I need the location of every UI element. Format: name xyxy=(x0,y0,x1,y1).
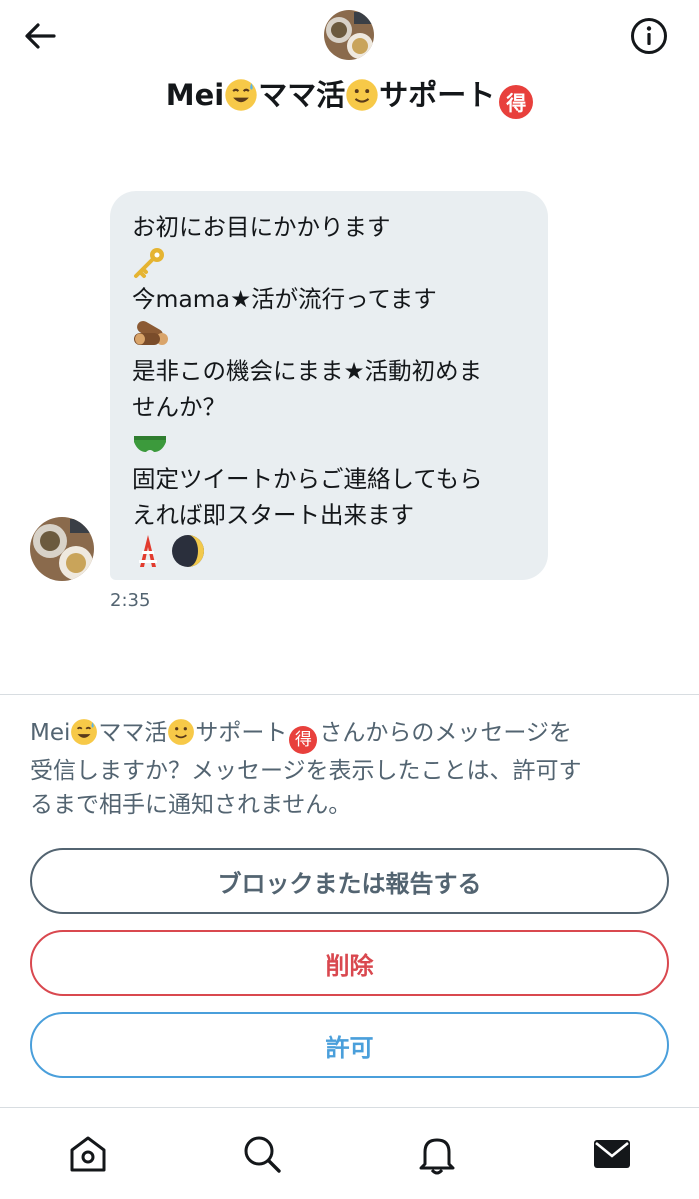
conversation-title: Mei ママ活 サポート得 xyxy=(0,72,699,119)
divider xyxy=(0,694,699,695)
allow-button[interactable]: 許可 xyxy=(30,1012,669,1078)
title-suffix: サポート xyxy=(379,78,496,112)
title-name: Mei xyxy=(165,78,225,112)
title-mid: ママ活 xyxy=(258,78,346,112)
delete-button[interactable]: 削除 xyxy=(30,930,669,996)
info-button[interactable] xyxy=(627,14,671,58)
moon-emoji-icon xyxy=(172,535,204,567)
nav-messages[interactable] xyxy=(588,1130,636,1178)
mail-icon xyxy=(594,1140,630,1168)
header-avatar[interactable] xyxy=(324,10,374,60)
back-arrow-icon xyxy=(25,23,56,49)
message-bubble[interactable]: お初にお目にかかります 今mama★活が流行ってます 是非この機会にまま★活動初… xyxy=(110,191,548,580)
bargain-badge-icon: 得 xyxy=(499,84,534,119)
message-emoji-row xyxy=(132,245,528,281)
key-emoji-icon xyxy=(134,248,164,278)
message-emoji-row xyxy=(132,533,528,569)
sender-avatar[interactable] xyxy=(30,517,94,581)
wood-log-emoji-icon xyxy=(134,321,168,345)
slight-smile-emoji-icon xyxy=(346,79,378,111)
message-line: せんか？ xyxy=(132,393,226,421)
request-line-1: Mei ママ活 サポート得さんからのメッセージを xyxy=(30,716,670,754)
message-line: 固定ツイートからご連絡してもら xyxy=(132,465,483,493)
bargain-badge-icon: 得 xyxy=(289,726,318,754)
bottom-navigation xyxy=(0,1107,699,1199)
message-request-text: Mei ママ活 サポート得さんからのメッセージを 受信しますか？メッセージを表示した… xyxy=(30,716,670,822)
tokyo-tower-emoji-icon xyxy=(139,535,157,567)
sweat-smile-emoji-icon xyxy=(225,79,257,111)
info-icon xyxy=(631,18,667,54)
home-icon xyxy=(70,1136,106,1172)
nav-notifications[interactable] xyxy=(413,1130,461,1178)
search-icon xyxy=(244,1136,281,1173)
conversation-header: Mei ママ活 サポート得 xyxy=(0,0,699,140)
green-briefs-emoji-icon xyxy=(134,436,166,452)
request-line-3: るまで相手に通知されません。 xyxy=(30,792,352,818)
message-line: お初にお目にかかります xyxy=(132,213,391,241)
sweat-smile-emoji-icon xyxy=(71,719,98,745)
message-line: 是非この機会にまま★活動初めま xyxy=(132,357,483,385)
message-emoji-row xyxy=(132,425,528,461)
nav-search[interactable] xyxy=(238,1130,286,1178)
message-timestamp: 2:35 xyxy=(110,590,151,611)
message-thread: お初にお目にかかります 今mama★活が流行ってます 是非この機会にまま★活動初… xyxy=(0,140,699,694)
slight-smile-emoji-icon xyxy=(168,719,195,745)
message-line: えれば即スタート出来ます xyxy=(132,501,414,529)
bell-icon xyxy=(419,1138,455,1175)
nav-home[interactable] xyxy=(64,1130,112,1178)
request-line-2: 受信しますか？メッセージを表示したことは、許可す xyxy=(30,758,582,784)
back-button[interactable] xyxy=(18,14,62,58)
message-emoji-row xyxy=(132,317,528,353)
message-line: 今mama★活が流行ってます xyxy=(132,285,437,313)
block-or-report-button[interactable]: ブロックまたは報告する xyxy=(30,848,669,914)
